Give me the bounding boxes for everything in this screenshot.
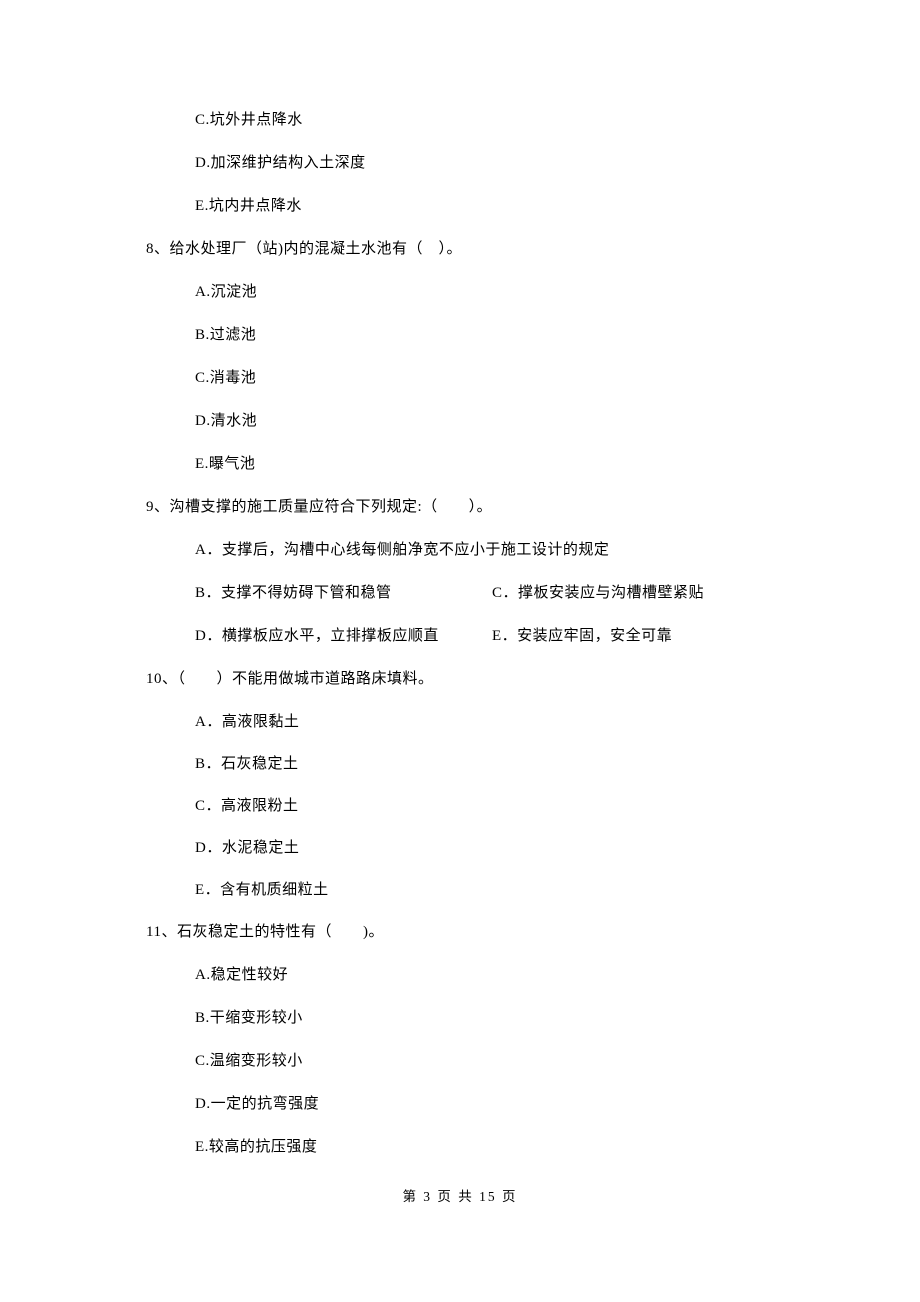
q8-option-c: C.消毒池 [195,371,810,386]
q9-option-a: A．支撑后，沟槽中心线每侧舶净宽不应小于施工设计的规定 [195,543,810,558]
q9-stem: 9、沟槽支撑的施工质量应符合下列规定:（ ）。 [146,500,810,515]
q7-option-d: D.加深维护结构入土深度 [195,156,810,171]
q11-option-c: C.温缩变形较小 [195,1054,810,1069]
q11-option-e: E.较高的抗压强度 [195,1140,810,1155]
q9-option-d: D．横撑板应水平，立排撑板应顺直 [195,629,492,644]
q10-stem: 10、（ ）不能用做城市道路路床填料。 [146,672,810,687]
q10-option-c: C．高液限粉土 [195,799,810,814]
q9-option-b: B．支撑不得妨碍下管和稳管 [195,586,492,601]
q11-stem: 11、石灰稳定土的特性有（ )。 [146,925,810,940]
q9-option-c: C．撑板安装应与沟槽槽壁紧贴 [492,586,810,601]
q8-option-e: E.曝气池 [195,457,810,472]
q8-option-b: B.过滤池 [195,328,810,343]
q9-option-e: E．安装应牢固，安全可靠 [492,629,810,644]
q10-option-e: E．含有机质细粒土 [195,883,810,898]
page-footer: 第 3 页 共 15 页 [0,1185,920,1205]
q11-option-b: B.干缩变形较小 [195,1011,810,1026]
q8-stem: 8、给水处理厂（站)内的混凝土水池有（ ）。 [146,242,810,257]
q8-option-d: D.清水池 [195,414,810,429]
q10-option-b: B．石灰稳定土 [195,757,810,772]
q8-option-a: A.沉淀池 [195,285,810,300]
q7-option-e: E.坑内井点降水 [195,199,810,214]
q11-option-a: A.稳定性较好 [195,968,810,983]
q10-option-d: D．水泥稳定土 [195,841,810,856]
q11-option-d: D.一定的抗弯强度 [195,1097,810,1112]
q7-option-c: C.坑外井点降水 [195,113,810,128]
q10-option-a: A．高液限黏土 [195,715,810,730]
